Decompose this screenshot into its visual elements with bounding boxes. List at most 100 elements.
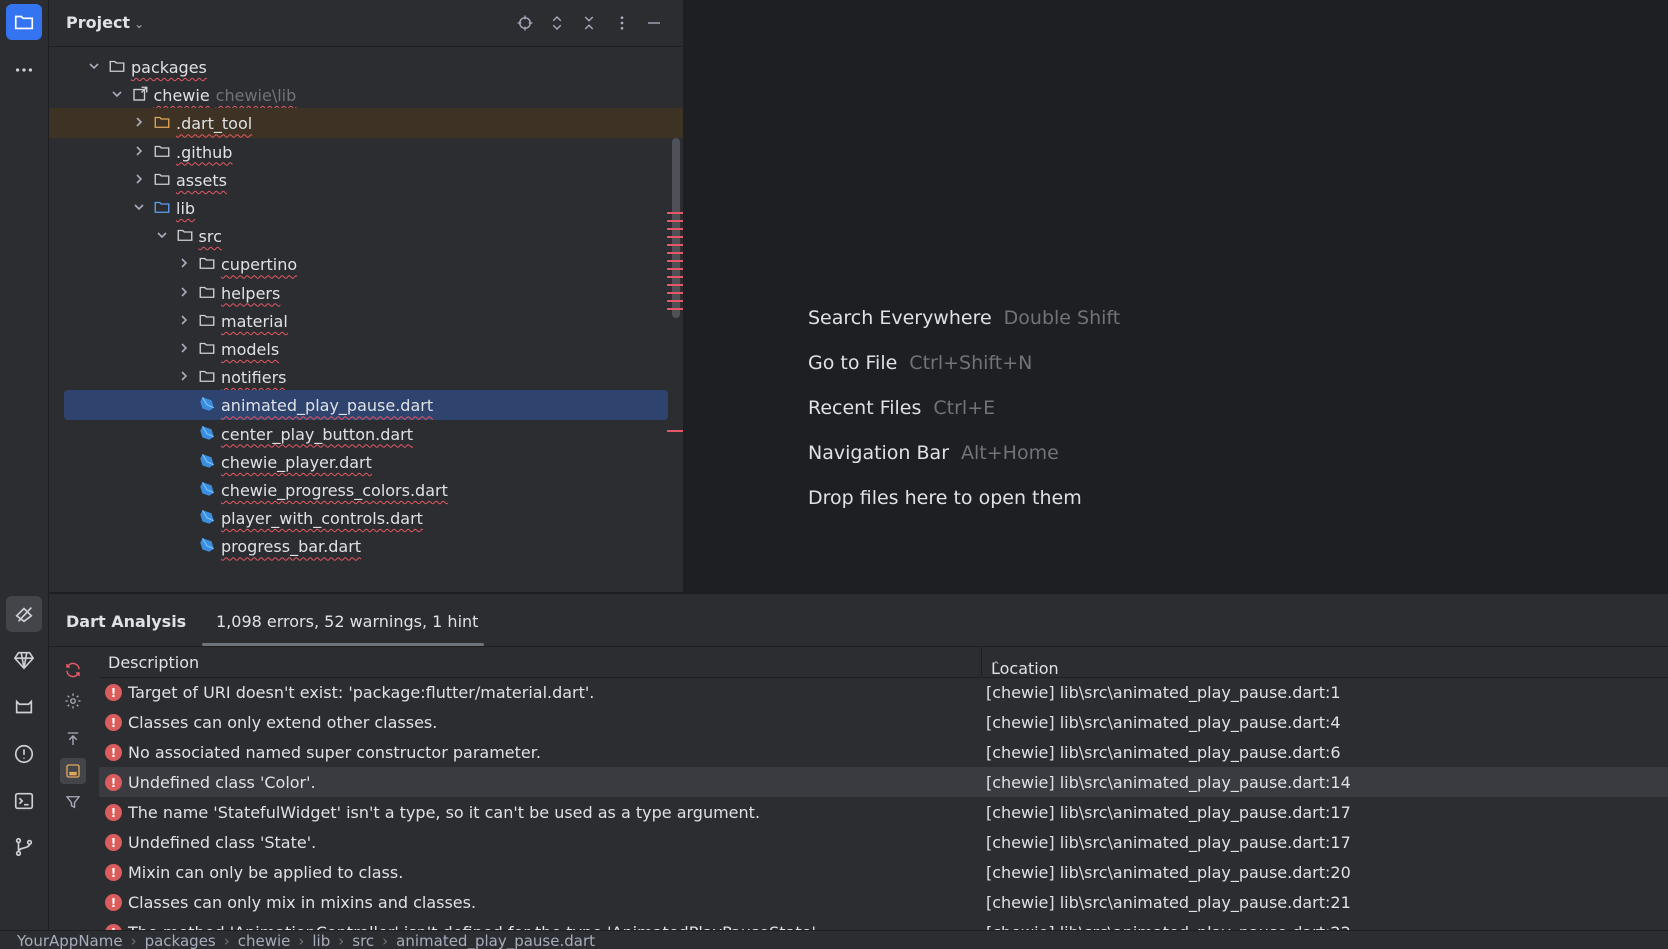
problem-row[interactable]: ! Mixin can only be applied to class. [che… <box>99 857 1668 887</box>
problem-row[interactable]: ! Undefined class 'State'. [chewie] lib\sr… <box>99 827 1668 857</box>
gem-icon[interactable] <box>6 642 42 678</box>
error-stripe-mark[interactable] <box>667 252 683 254</box>
tree-item-label: lib <box>176 199 195 218</box>
error-stripe-mark[interactable] <box>667 308 683 310</box>
tree-folder-item[interactable]: .github <box>49 137 683 167</box>
dart-file-icon <box>198 424 216 442</box>
collapse-all-icon[interactable] <box>578 12 600 34</box>
scroll-to-top-icon[interactable] <box>60 726 86 752</box>
folder-icon <box>153 142 171 160</box>
cat-icon[interactable] <box>6 689 42 725</box>
tree-folder-item[interactable]: models <box>49 334 683 364</box>
error-stripe-mark[interactable] <box>667 276 683 278</box>
hide-panel-icon[interactable] <box>643 12 665 34</box>
problem-row[interactable]: ! Undefined class 'Color'. [chewie] lib\sr… <box>99 767 1668 797</box>
breadcrumb-item[interactable]: animated_play_pause.dart <box>396 932 595 949</box>
error-stripe-mark[interactable] <box>667 430 683 432</box>
more-tools-icon[interactable] <box>6 52 42 88</box>
dart-file-icon <box>198 395 216 413</box>
dart-analysis-icon[interactable] <box>6 596 42 632</box>
tree-folder-item[interactable]: .dart_tool <box>49 108 683 139</box>
refresh-icon[interactable] <box>60 657 86 683</box>
tree-item-name: packages <box>131 58 207 77</box>
tree-folder-item[interactable]: helpers <box>49 278 683 308</box>
problem-row[interactable]: ! No associated named super constructor p… <box>99 737 1668 767</box>
project-folder-icon[interactable] <box>6 4 42 40</box>
breadcrumb-item[interactable]: lib <box>312 932 330 949</box>
dart-file-icon <box>198 452 216 470</box>
breadcrumb-item[interactable]: src <box>352 932 374 949</box>
chevron-down-icon: ⌄ <box>134 17 145 31</box>
chevron-right-icon[interactable] <box>176 255 192 271</box>
problem-location: [chewie] lib\src\animated_play_pause.dar… <box>986 863 1351 882</box>
analysis-tab-title[interactable]: Dart Analysis <box>66 612 186 631</box>
chevron-right-icon[interactable] <box>176 312 192 328</box>
error-stripe-mark[interactable] <box>667 284 683 286</box>
problem-row[interactable]: ! The name 'StatefulWidget' isn't a type,… <box>99 797 1668 827</box>
terminal-icon[interactable] <box>6 783 42 819</box>
status-bar: YourAppName › packages › chewie › lib › src › anim… <box>0 930 1668 949</box>
tool-window-stripe <box>0 0 49 948</box>
tree-folder-item[interactable]: src <box>49 221 683 251</box>
tree-folder-item[interactable]: chewie chewie\lib <box>49 80 683 110</box>
settings-gear-icon[interactable] <box>60 688 86 714</box>
filter-icon[interactable] <box>60 789 86 815</box>
tree-file-item[interactable]: chewie_player.dart <box>49 447 683 477</box>
description-column-header[interactable]: Description <box>99 647 981 678</box>
chevron-right-icon[interactable] <box>176 340 192 356</box>
error-stripe-mark[interactable] <box>667 236 683 238</box>
group-by-file-icon[interactable] <box>60 758 86 784</box>
tree-file-item[interactable]: animated_play_pause.dart <box>49 390 683 421</box>
locate-icon[interactable] <box>514 12 536 34</box>
hint-action: Go to File <box>808 352 898 374</box>
chevron-right-icon[interactable] <box>131 171 147 187</box>
expand-all-icon[interactable] <box>546 12 568 34</box>
problem-row[interactable]: ! Target of URI doesn't exist: 'package:f… <box>99 677 1668 707</box>
hint-shortcut: Alt+Home <box>961 442 1059 464</box>
location-column-header[interactable]: Location ⌃ <box>982 647 1668 678</box>
problem-description: Mixin can only be applied to class. <box>128 863 404 882</box>
chevron-right-icon[interactable] <box>176 368 192 384</box>
tree-folder-item[interactable]: notifiers <box>49 362 683 392</box>
project-title[interactable]: Project ⌄ <box>66 13 144 32</box>
options-icon[interactable] <box>611 12 633 34</box>
problem-row[interactable]: ! Classes can only extend other classes. [… <box>99 707 1668 737</box>
hint-action: Recent Files <box>808 397 922 419</box>
tree-folder-item[interactable]: cupertino <box>49 249 683 279</box>
error-stripe-mark[interactable] <box>667 244 683 246</box>
tree-file-item[interactable]: chewie_progress_colors.dart <box>49 475 683 505</box>
breadcrumb-item[interactable]: packages <box>145 932 216 949</box>
error-stripe-mark[interactable] <box>667 212 683 214</box>
tree-folder-item[interactable]: material <box>49 306 683 336</box>
error-stripe-mark[interactable] <box>667 228 683 230</box>
tree-file-item[interactable]: player_with_controls.dart <box>49 503 683 533</box>
chevron-right-icon[interactable] <box>131 143 147 159</box>
git-branch-icon[interactable] <box>6 829 42 865</box>
analysis-summary[interactable]: 1,098 errors, 52 warnings, 1 hint <box>216 612 478 631</box>
breadcrumb-item[interactable]: chewie <box>238 932 291 949</box>
error-stripe-mark[interactable] <box>667 220 683 222</box>
tree-folder-item[interactable]: packages <box>49 52 683 82</box>
error-stripe-mark[interactable] <box>667 292 683 294</box>
tree-file-item[interactable]: center_play_button.dart <box>49 419 683 449</box>
error-stripe-mark[interactable] <box>667 300 683 302</box>
chevron-down-icon[interactable] <box>131 199 147 215</box>
breadcrumb-item[interactable]: YourAppName <box>17 932 123 949</box>
chevron-down-icon[interactable] <box>154 227 170 243</box>
problems-icon[interactable] <box>6 736 42 772</box>
tree-folder-item[interactable]: assets <box>49 165 683 195</box>
problem-description: The name 'StatefulWidget' isn't a type, … <box>128 803 761 822</box>
tree-folder-item[interactable]: lib <box>49 193 683 223</box>
tree-file-item[interactable]: progress_bar.dart <box>49 531 683 561</box>
error-stripe-mark[interactable] <box>667 260 683 262</box>
hint-shortcut: Double Shift <box>1003 307 1121 329</box>
problem-row[interactable]: ! Classes can only mix in mixins and clas… <box>99 887 1668 917</box>
chevron-right-icon[interactable] <box>176 284 192 300</box>
chevron-down-icon[interactable] <box>86 58 102 74</box>
error-stripe-mark[interactable] <box>667 268 683 270</box>
folder-icon <box>198 367 216 385</box>
chevron-down-icon[interactable] <box>109 86 125 102</box>
chevron-right-icon[interactable] <box>131 114 147 130</box>
tree-item-label: notifiers <box>221 368 286 387</box>
project-panel: Project ⌄ packages chewie chewie\lib .dart_t… <box>49 0 684 592</box>
